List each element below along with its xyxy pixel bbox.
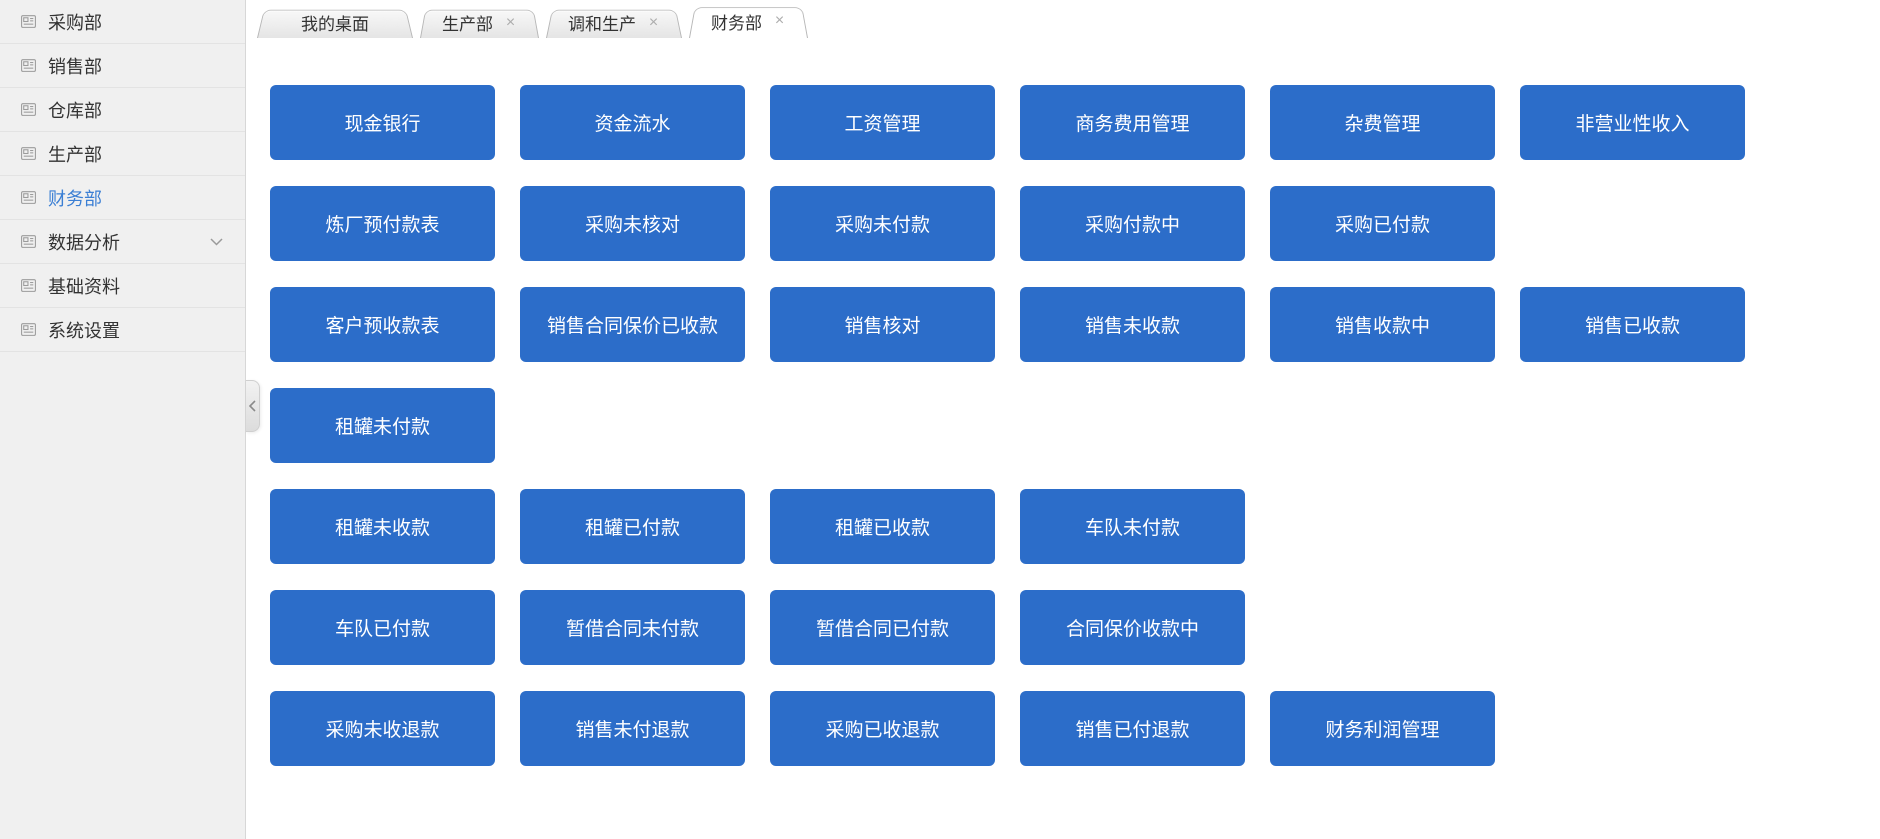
app-button[interactable]: 财务利润管理 [1270, 691, 1495, 766]
app-button[interactable]: 租罐未收款 [270, 489, 495, 564]
app-button[interactable]: 销售未付退款 [520, 691, 745, 766]
sidebar-item-production[interactable]: 生产部 [0, 132, 245, 176]
app-button[interactable]: 炼厂预付款表 [270, 186, 495, 261]
sidebar-menu: 采购部销售部仓库部生产部财务部数据分析基础资料系统设置 [0, 0, 245, 352]
app-button[interactable]: 采购未付款 [770, 186, 995, 261]
button-row: 客户预收款表销售合同保价已收款销售核对销售未收款销售收款中销售已收款 [270, 287, 1745, 362]
close-icon[interactable]: × [773, 13, 786, 29]
sidebar-item-label: 基础资料 [48, 273, 120, 299]
app-button[interactable]: 租罐已收款 [770, 489, 995, 564]
app-button[interactable]: 车队已付款 [270, 590, 495, 665]
app-button[interactable]: 暂借合同已付款 [770, 590, 995, 665]
sidebar-item-label: 仓库部 [48, 97, 102, 123]
tab-my-desktop[interactable]: 我的桌面 [257, 7, 413, 38]
button-row: 现金银行资金流水工资管理商务费用管理杂费管理非营业性收入 [270, 85, 1745, 160]
app-button[interactable]: 销售未收款 [1020, 287, 1245, 362]
app-button[interactable]: 商务费用管理 [1020, 85, 1245, 160]
sidebar-item-system-settings[interactable]: 系统设置 [0, 308, 245, 352]
close-icon[interactable]: × [647, 15, 660, 31]
button-row: 采购未收退款销售未付退款采购已收退款销售已付退款财务利润管理 [270, 691, 1745, 766]
button-row: 租罐未收款租罐已付款租罐已收款车队未付款 [270, 489, 1745, 564]
sidebar-item-label: 系统设置 [48, 317, 120, 343]
sidebar-item-finance[interactable]: 财务部 [0, 176, 245, 220]
sidebar-item-basic-data[interactable]: 基础资料 [0, 264, 245, 308]
tab-label: 财务部 [711, 9, 762, 34]
app-button[interactable]: 合同保价收款中 [1020, 590, 1245, 665]
app-button[interactable]: 采购已收退款 [770, 691, 995, 766]
tab-bar: 我的桌面 生产部 × 调和生产 × 财务部 × [247, 0, 1880, 38]
button-row: 车队已付款暂借合同未付款暂借合同已付款合同保价收款中 [270, 590, 1745, 665]
chevron-down-icon [210, 238, 223, 246]
app-button[interactable]: 采购未核对 [520, 186, 745, 261]
app-button[interactable]: 采购未收退款 [270, 691, 495, 766]
app-button[interactable]: 客户预收款表 [270, 287, 495, 362]
document-icon [20, 13, 37, 30]
app-button[interactable]: 采购付款中 [1020, 186, 1245, 261]
tab-label: 调和生产 [568, 10, 636, 35]
document-icon [20, 101, 37, 118]
sidebar-item-label: 财务部 [48, 185, 102, 211]
tab-blending-production[interactable]: 调和生产 × [546, 7, 682, 38]
button-row: 炼厂预付款表采购未核对采购未付款采购付款中采购已付款 [270, 186, 1745, 261]
app-button[interactable]: 杂费管理 [1270, 85, 1495, 160]
sidebar-item-sales[interactable]: 销售部 [0, 44, 245, 88]
app-button[interactable]: 现金银行 [270, 85, 495, 160]
button-row: 租罐未付款 [270, 388, 1745, 463]
close-icon[interactable]: × [504, 15, 517, 31]
tab-finance[interactable]: 财务部 × [689, 4, 808, 38]
app-button[interactable]: 暂借合同未付款 [520, 590, 745, 665]
app-button[interactable]: 销售已收款 [1520, 287, 1745, 362]
tab-production[interactable]: 生产部 × [420, 7, 539, 38]
sidebar-item-warehouse[interactable]: 仓库部 [0, 88, 245, 132]
app-button[interactable]: 租罐已付款 [520, 489, 745, 564]
document-icon [20, 277, 37, 294]
app-button[interactable]: 销售合同保价已收款 [520, 287, 745, 362]
sidebar-item-label: 生产部 [48, 141, 102, 167]
sidebar-item-label: 采购部 [48, 9, 102, 35]
chevron-left-icon [249, 400, 256, 412]
app-button-grid: 现金银行资金流水工资管理商务费用管理杂费管理非营业性收入炼厂预付款表采购未核对采… [270, 85, 1745, 792]
document-icon [20, 189, 37, 206]
document-icon [20, 321, 37, 338]
app-button[interactable]: 采购已付款 [1270, 186, 1495, 261]
app-button[interactable]: 销售收款中 [1270, 287, 1495, 362]
app-button[interactable]: 车队未付款 [1020, 489, 1245, 564]
app-button[interactable]: 租罐未付款 [270, 388, 495, 463]
app-button[interactable]: 非营业性收入 [1520, 85, 1745, 160]
app-button[interactable]: 销售核对 [770, 287, 995, 362]
app-button[interactable]: 资金流水 [520, 85, 745, 160]
tab-label: 我的桌面 [301, 10, 369, 35]
sidebar: 采购部销售部仓库部生产部财务部数据分析基础资料系统设置 [0, 0, 246, 839]
sidebar-item-data-analysis[interactable]: 数据分析 [0, 220, 245, 264]
sidebar-collapse-handle[interactable] [246, 380, 260, 432]
tab-label: 生产部 [442, 10, 493, 35]
sidebar-item-label: 数据分析 [48, 229, 120, 255]
document-icon [20, 145, 37, 162]
app-button[interactable]: 工资管理 [770, 85, 995, 160]
sidebar-item-label: 销售部 [48, 53, 102, 79]
tabs: 我的桌面 生产部 × 调和生产 × 财务部 × [247, 0, 1880, 38]
sidebar-item-purchasing[interactable]: 采购部 [0, 0, 245, 44]
app-button[interactable]: 销售已付退款 [1020, 691, 1245, 766]
document-icon [20, 57, 37, 74]
document-icon [20, 233, 37, 250]
